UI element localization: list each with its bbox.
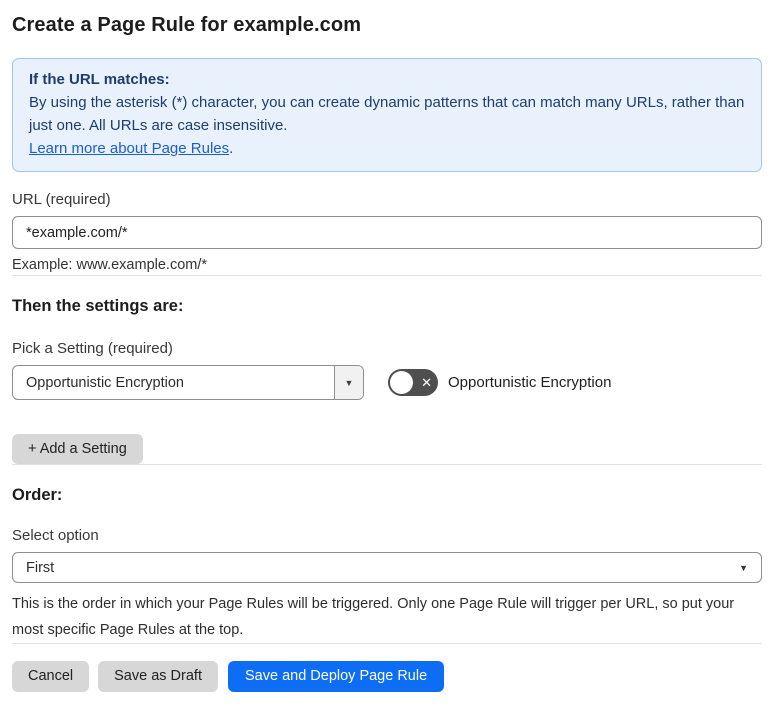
url-field-label: URL (required): [12, 191, 111, 208]
order-select-label: Select option: [12, 527, 99, 544]
link-period: .: [229, 140, 234, 157]
divider: [12, 643, 762, 644]
url-example-helper: Example: www.example.com/*: [12, 257, 208, 273]
url-matches-info-box: If the URL matches: By using the asteris…: [12, 58, 762, 172]
info-box-link-line: Learn more about Page Rules.: [29, 137, 745, 160]
add-setting-button[interactable]: + Add a Setting: [12, 434, 143, 464]
cancel-button[interactable]: Cancel: [12, 661, 90, 692]
page-title: Create a Page Rule for example.com: [12, 14, 362, 36]
info-box-body: By using the asterisk (*) character, you…: [29, 94, 745, 134]
footer-actions: Cancel Save as Draft Save and Deploy Pag…: [12, 661, 762, 692]
settings-section-heading: Then the settings are:: [12, 297, 184, 315]
chevron-down-icon: ▼: [739, 562, 748, 573]
setting-picker-dropdown[interactable]: Opportunistic Encryption ▼: [12, 365, 364, 400]
toggle-off-x-icon: ✕: [421, 374, 432, 390]
url-input[interactable]: [12, 216, 762, 249]
info-box-heading: If the URL matches:: [29, 71, 170, 88]
divider: [12, 275, 762, 276]
pick-setting-label: Pick a Setting (required): [12, 340, 173, 357]
setting-picker-arrow-button[interactable]: ▼: [334, 366, 363, 399]
toggle-label: Opportunistic Encryption: [448, 374, 612, 391]
setting-picker-value: Opportunistic Encryption: [26, 374, 184, 391]
save-as-draft-button[interactable]: Save as Draft: [98, 661, 218, 692]
toggle-knob: [390, 371, 413, 394]
order-helper-text: This is the order in which your Page Rul…: [12, 596, 735, 638]
learn-more-link[interactable]: Learn more about Page Rules: [29, 140, 229, 157]
order-select-value: First: [26, 559, 55, 576]
order-section-heading: Order:: [12, 486, 63, 504]
divider: [12, 464, 762, 465]
create-page-rule-form: Create a Page Rule for example.com If th…: [0, 0, 775, 706]
order-select[interactable]: First ▼: [12, 552, 762, 583]
setting-row: Opportunistic Encryption ▼ ✕ Opportunist…: [12, 365, 762, 400]
opportunistic-encryption-toggle[interactable]: ✕: [388, 369, 438, 396]
save-and-deploy-button[interactable]: Save and Deploy Page Rule: [227, 661, 445, 692]
chevron-down-icon: ▼: [344, 377, 354, 388]
